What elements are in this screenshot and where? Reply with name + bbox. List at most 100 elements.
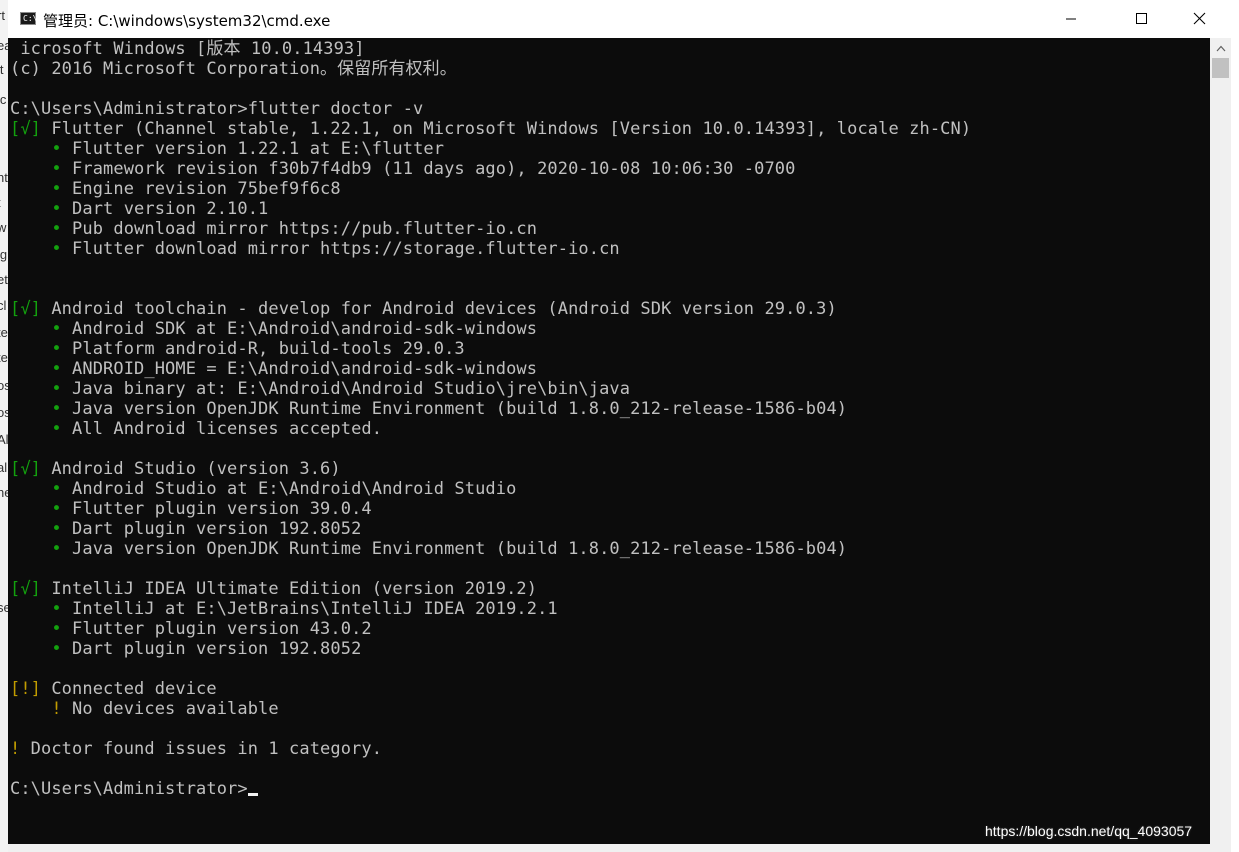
console-line: • Dart plugin version 192.8052 [10,639,361,659]
console-text: • [10,519,62,539]
console-text: Platform android-R, build-tools 29.0.3 [61,339,465,359]
background-fragment: te [0,350,8,365]
watermark: https://blog.csdn.net/qq_4093057 [985,823,1193,839]
console-text: • [10,139,62,159]
console-line: ! No devices available [10,699,279,719]
console-text: Android Studio (version 3.6) [41,459,341,479]
console-text: Dart version 2.10.1 [61,199,269,219]
window-bottom-border [8,844,1231,852]
console-text: icrosoft Windows [版本 10.0.14393] [10,39,365,59]
console-line: [√] Android toolchain - develop for Andr… [10,299,837,319]
console-text: (c) 2016 Microsoft Corporation。保留所有权利。 [10,59,457,79]
console-text: • [10,499,62,519]
console-line: • ANDROID_HOME = E:\Android\android-sdk-… [10,359,537,379]
console-text: • [10,479,62,499]
console-text: • [10,379,62,399]
console-text: [!] [10,679,42,699]
minimize-icon [1066,18,1076,20]
console-text: [√] [10,119,42,139]
console-line: • Android SDK at E:\Android\android-sdk-… [10,319,537,339]
console-line: • Engine revision 75bef9f6c8 [10,179,341,199]
console-line: [√] IntelliJ IDEA Ultimate Edition (vers… [10,579,537,599]
console-output[interactable]: icrosoft Windows [版本 10.0.14393] (c) 2016… [8,38,1210,844]
maximize-icon [1136,13,1147,24]
background-fragment: ig [0,247,8,262]
vertical-scrollbar[interactable] [1210,38,1231,844]
console-text: [√] [10,459,42,479]
console-line: • Pub download mirror https://pub.flutte… [10,219,537,239]
close-icon [1193,12,1206,25]
console-text: • [10,639,62,659]
console-text: No devices available [61,699,279,719]
console-line: • Framework revision f30b7f4db9 (11 days… [10,159,795,179]
console-text: Android Studio at E:\Android\Android Stu… [61,479,517,499]
console-line: • Android Studio at E:\Android\Android S… [10,479,516,499]
console-text: Flutter (Channel stable, 1.22.1, on Micr… [41,119,972,139]
console-text: All Android licenses accepted. [61,419,383,439]
background-fragment: rt [0,8,5,23]
close-button[interactable] [1175,0,1221,38]
console-text: Flutter plugin version 39.0.4 [61,499,372,519]
console-text: Dart plugin version 192.8052 [61,519,362,539]
console-line: • All Android licenses accepted. [10,419,382,439]
console-text: • [10,319,62,339]
console-line: • Flutter plugin version 39.0.4 [10,499,372,519]
maximize-button[interactable] [1117,0,1163,38]
console-text: Flutter download mirror https://storage.… [61,239,620,259]
background-fragment: nt [0,170,8,185]
cmd-icon-text: C:\ [23,14,38,23]
console-line: ! Doctor found issues in 1 category. [10,739,382,759]
console-text: • [10,599,62,619]
console-text: Android toolchain - develop for Android … [41,299,837,319]
console-text: • [10,619,62,639]
console-text: Doctor found issues in 1 category. [20,739,383,759]
background-fragment: lt [0,62,4,77]
console-text: ! [10,699,62,719]
window-title: 管理员: C:\windows\system32\cmd.exe [43,12,331,30]
console-text: Flutter plugin version 43.0.2 [61,619,372,639]
console-text: Pub download mirror https://pub.flutter-… [61,219,538,239]
console-text: Java binary at: E:\Android\Android Studi… [61,379,631,399]
console-text: IntelliJ IDEA Ultimate Edition (version … [41,579,538,599]
scroll-thumb[interactable] [1212,58,1229,78]
console-text: • [10,179,62,199]
console-text: • [10,399,62,419]
console-line: [√] Flutter (Channel stable, 1.22.1, on … [10,119,971,139]
background-fragment: cl [0,298,7,313]
console-line: • Flutter version 1.22.1 at E:\flutter [10,139,444,159]
window-right-border [1231,0,1239,852]
console-line: • Flutter plugin version 43.0.2 [10,619,372,639]
console-text: ANDROID_HOME = E:\Android\android-sdk-wi… [61,359,538,379]
console-text: Java version OpenJDK Runtime Environment… [61,399,848,419]
console-text: Engine revision 75bef9f6c8 [61,179,341,199]
console-line: (c) 2016 Microsoft Corporation。保留所有权利。 [10,59,457,79]
console-text: [√] [10,299,42,319]
cmd-icon[interactable]: C:\ [20,12,38,25]
console-text: Framework revision f30b7f4db9 (11 days a… [61,159,796,179]
background-fragment: t [0,195,1,210]
console-text: Android SDK at E:\Android\android-sdk-wi… [61,319,538,339]
console-text: • [10,339,62,359]
title-bar[interactable]: C:\ 管理员: C:\windows\system32\cmd.exe [8,0,1231,38]
background-fragment: te [0,325,8,340]
console-text: • [10,219,62,239]
text-cursor [247,793,258,796]
console-text: • [10,239,62,259]
console-line: • Dart version 2.10.1 [10,199,268,219]
minimize-button[interactable] [1051,0,1097,38]
console-text: Flutter version 1.22.1 at E:\flutter [61,139,445,159]
scroll-up-button[interactable] [1210,38,1231,58]
console-text: [√] [10,579,42,599]
console-text: IntelliJ at E:\JetBrains\IntelliJ IDEA 2… [61,599,558,619]
background-fragment: lc [0,92,7,107]
chevron-up-icon [1216,45,1226,52]
background-fragment: al [0,460,8,475]
console-text: Java version OpenJDK Runtime Environment… [61,539,848,559]
console-text: Connected device [41,679,217,699]
background-fragment: et [0,272,8,287]
console-line: • Java version OpenJDK Runtime Environme… [10,539,847,559]
console-text: • [10,359,62,379]
console-text: • [10,539,62,559]
console-text: • [10,419,62,439]
background-fragment: w [0,220,7,235]
